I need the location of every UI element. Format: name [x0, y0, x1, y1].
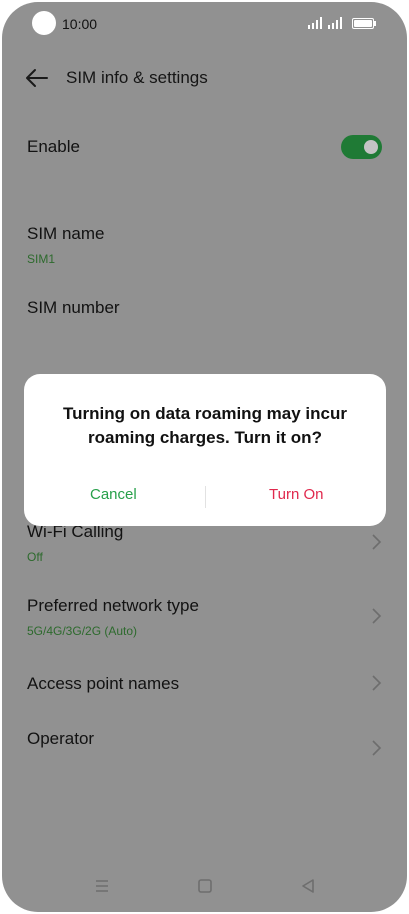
sim-name-label[interactable]: SIM name [27, 224, 104, 244]
chevron-right-icon [372, 608, 382, 624]
chevron-right-icon [372, 675, 382, 691]
screen: 10:00 SIM info & settings Enable SIM nam… [2, 2, 407, 912]
roaming-dialog: Turning on data roaming may incur roamin… [24, 374, 386, 526]
enable-label: Enable [27, 137, 80, 156]
phone-frame: 10:00 SIM info & settings Enable SIM nam… [0, 0, 409, 914]
chevron-right-icon [372, 740, 382, 756]
status-bar: 10:00 [2, 2, 407, 46]
navigation-bar [2, 868, 407, 908]
sim-name-value: SIM1 [27, 252, 56, 266]
network-type-value: 5G/4G/3G/2G (Auto) [27, 624, 138, 638]
status-time: 10:00 [62, 16, 98, 32]
cancel-button[interactable]: Cancel [90, 486, 137, 503]
home-icon[interactable] [195, 876, 215, 896]
chevron-right-icon [372, 534, 382, 550]
enable-toggle[interactable] [341, 135, 382, 159]
menu-icon[interactable] [92, 876, 112, 896]
turn-on-button[interactable]: Turn On [269, 486, 323, 503]
wifi-calling-value: Off [27, 550, 43, 564]
battery-icon [352, 18, 376, 29]
apn-label[interactable]: Access point names [27, 674, 179, 694]
network-type-label[interactable]: Preferred network type [27, 596, 199, 616]
sim-number-label[interactable]: SIM number [27, 298, 120, 318]
front-camera [32, 11, 56, 35]
app-bar: SIM info & settings [2, 58, 407, 98]
operator-label[interactable]: Operator [27, 729, 94, 749]
page-title: SIM info & settings [66, 68, 208, 87]
signal-icon-sim2 [328, 17, 342, 29]
back-icon[interactable] [298, 876, 318, 896]
back-arrow-icon[interactable] [24, 66, 50, 90]
dialog-divider [205, 486, 206, 508]
signal-icon [308, 17, 322, 29]
dialog-message: Turning on data roaming may incur roamin… [63, 404, 347, 447]
